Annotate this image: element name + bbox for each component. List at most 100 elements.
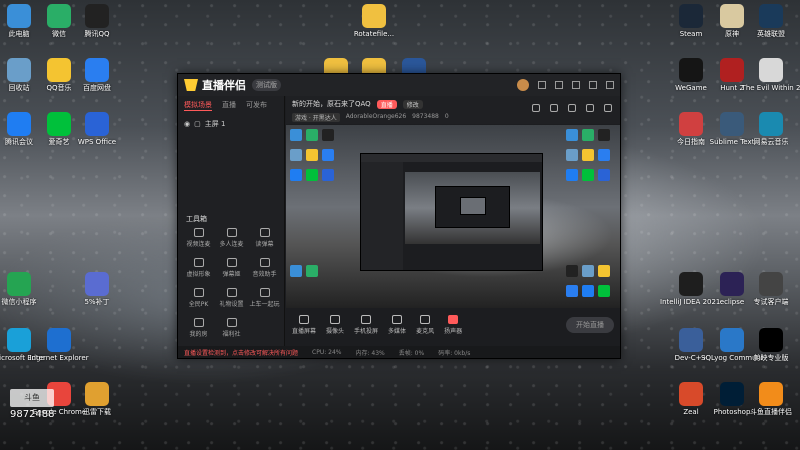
gift-icon[interactable] (568, 104, 576, 112)
tool-label: 我的房 (189, 331, 208, 338)
category-tag[interactable]: 游戏 · 开黑达人 (292, 113, 340, 122)
status-bar: 直播设置检测到，点击修改可解决所有问题 CPU: 24% 内存: 43% 丢帧:… (178, 346, 620, 358)
desktop-icon[interactable]: The Evil Within 2 (740, 58, 800, 93)
stream-preview[interactable] (286, 125, 620, 308)
preview-mini-icon (582, 169, 594, 181)
minimize-button[interactable] (572, 81, 580, 89)
baidu-netdisk-icon (85, 58, 109, 82)
bell-icon[interactable] (586, 104, 594, 112)
preview-mini-icon (582, 285, 594, 297)
ie-icon (47, 328, 71, 352)
record-icon[interactable] (532, 104, 540, 112)
desktop-icon[interactable]: 微信小程序 (0, 272, 50, 307)
desktop-icon[interactable]: 百度网盘 (66, 58, 128, 93)
desktop-icon-label: 百度网盘 (83, 84, 111, 92)
desktop-icon[interactable]: Internet Explorer (28, 328, 90, 363)
maximize-button[interactable] (589, 81, 597, 89)
tool-button[interactable]: 我的房 (182, 318, 215, 338)
lock-icon[interactable] (550, 104, 558, 112)
tool-icon (259, 288, 270, 297)
title-bar[interactable]: 直播伴侣 测试版 (178, 74, 620, 96)
tab-live[interactable]: 直播 (222, 100, 236, 111)
tool-button[interactable]: 福利社 (215, 318, 248, 338)
tab-scenes[interactable]: 模拟场景 (184, 100, 212, 111)
desktop-icon[interactable]: 腾讯QQ (66, 4, 128, 39)
chat-icon[interactable] (538, 81, 546, 89)
stream-title[interactable]: 新的开始，原石来了QAQ (292, 99, 371, 109)
eye-icon[interactable]: ◉ (184, 120, 190, 128)
watermark-logo: 斗鱼 (10, 389, 54, 407)
live-pill[interactable]: 直播 (376, 99, 397, 109)
screen-capture-button[interactable]: 直播屏幕 (292, 315, 316, 335)
preview-mini-icon (290, 129, 302, 141)
tool-button[interactable]: 读弹幕 (248, 228, 281, 248)
speaker-button[interactable]: 扬声器 (444, 315, 462, 335)
tool-button[interactable]: 全民PK (182, 288, 215, 308)
preview-mini-icon (598, 285, 610, 297)
share-icon[interactable] (604, 104, 612, 112)
live-companion-window[interactable]: 直播伴侣 测试版 模拟场景 直播 可发布 ◉ ▢ 主屏 1 工具箱 视频连麦 多人… (177, 73, 621, 359)
intellij-icon (679, 272, 703, 296)
lock-icon[interactable]: ▢ (194, 120, 201, 128)
settings-icon[interactable] (555, 81, 563, 89)
tool-button[interactable]: 虚拟形象 (182, 258, 215, 278)
tool-label: 多人连麦 (219, 241, 244, 248)
preview-mini-icon (290, 265, 302, 277)
client-icon (759, 272, 783, 296)
desktop-icon[interactable]: 英雄联盟 (740, 4, 800, 39)
edit-button[interactable]: 修改 (402, 99, 423, 109)
control-label: 手机投屏 (354, 328, 379, 335)
preview-mini-icon (582, 149, 594, 161)
scene-item[interactable]: ◉ ▢ 主屏 1 (178, 115, 284, 133)
tool-icon (226, 228, 237, 237)
desktop-icon[interactable]: 专试客户端 (740, 272, 800, 307)
tool-icon (226, 288, 237, 297)
desktop-icon[interactable]: Rotatefile... (343, 4, 405, 39)
nested-preview-window-3 (460, 197, 486, 215)
close-button[interactable] (606, 81, 614, 89)
tab-publish[interactable]: 可发布 (246, 100, 267, 111)
desktop-icon[interactable]: 剪映专业版 (740, 328, 800, 363)
status-warning[interactable]: 直播设置检测到，点击修改可解决所有问题 (184, 348, 298, 357)
tool-button[interactable]: 音效助手 (248, 258, 281, 278)
header-icons (532, 104, 612, 112)
tool-button[interactable]: 弹幕姬 (215, 258, 248, 278)
start-live-button[interactable]: 开始直播 (566, 317, 614, 333)
tool-button[interactable]: 礼物设置 (215, 288, 248, 308)
desktop-icon-label: 腾讯QQ (84, 30, 110, 38)
stream-header: 新的开始，原石来了QAQ 直播 修改 游戏 · 开黑达人 AdorableOra… (286, 96, 620, 124)
camera-button[interactable]: 摄像头 (326, 315, 344, 335)
desktop-icon[interactable]: 网易云音乐 (740, 112, 800, 147)
preview-mini-icon (582, 129, 594, 141)
desktop-icon-label: 英雄联盟 (757, 30, 785, 38)
phone-cast-button[interactable]: 手机投屏 (354, 315, 378, 335)
preview-mini-icon (566, 129, 578, 141)
media-button[interactable]: 多媒体 (388, 315, 406, 335)
tool-label: 全民PK (188, 301, 209, 308)
desktop-icon-label: Internet Explorer (29, 354, 89, 362)
phone-icon (361, 315, 372, 324)
left-panel: 模拟场景 直播 可发布 ◉ ▢ 主屏 1 工具箱 视频连麦 多人连麦 读弹幕 虚拟形象… (178, 96, 285, 358)
control-label: 摄像头 (326, 328, 345, 335)
microphone-button[interactable]: 麦克风 (416, 315, 434, 335)
avatar[interactable] (517, 79, 529, 91)
scene-tabs: 模拟场景 直播 可发布 (178, 96, 284, 115)
preview-mini-icon (306, 129, 318, 141)
microphone-icon (420, 315, 431, 324)
desktop-icon[interactable]: WPS Office (66, 112, 128, 147)
devcpp-icon (679, 328, 703, 352)
desktop-icon-label: 斗鱼直播伴侣 (750, 408, 792, 416)
tool-button[interactable]: 视频连麦 (182, 228, 215, 248)
desktop-icon[interactable]: 迅雷下载 (66, 382, 128, 417)
tool-button[interactable]: 多人连麦 (215, 228, 248, 248)
desktop-icon[interactable]: 5%补丁 (66, 272, 128, 307)
preview-mini-icon (566, 149, 578, 161)
tool-icon (226, 318, 237, 327)
tool-label: 礼物设置 (219, 301, 244, 308)
desktop-icon[interactable]: 斗鱼直播伴侣 (740, 382, 800, 417)
desktop-icon-label: WPS Office (77, 138, 117, 146)
preview-mini-icon (322, 129, 334, 141)
username: AdorableOrange626 (345, 113, 407, 120)
tool-button[interactable]: 上车一起玩 (248, 288, 281, 308)
status-memory: 内存: 43% (355, 349, 385, 357)
